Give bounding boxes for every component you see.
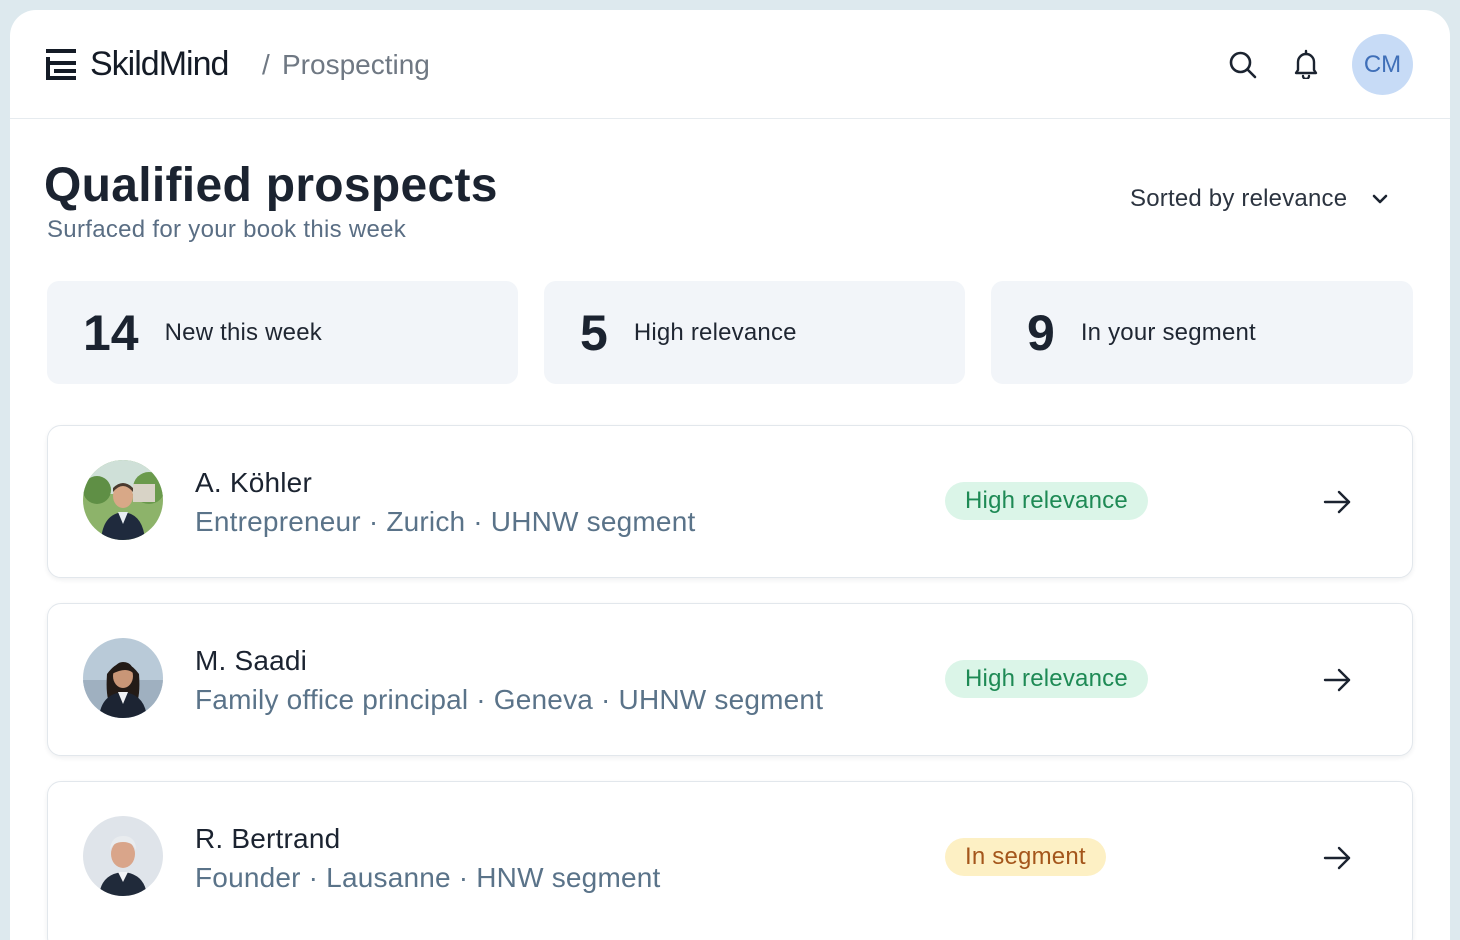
stat-value: 5 bbox=[580, 304, 608, 361]
sort-label: Sorted by relevance bbox=[1130, 185, 1348, 212]
prospect-photo bbox=[83, 816, 163, 896]
relevance-badge: High relevance bbox=[945, 482, 1148, 520]
prospect-details: Entrepreneur · Zurich · UHNW segment bbox=[195, 506, 696, 537]
arrow-right-icon[interactable] bbox=[1322, 843, 1352, 873]
arrow-right-icon[interactable] bbox=[1322, 665, 1352, 695]
page-subtitle: Surfaced for your book this week bbox=[47, 216, 407, 243]
page-title: Qualified prospects bbox=[44, 159, 498, 212]
prospect-row[interactable]: R. Bertrand Founder · Lausanne · HNW seg… bbox=[47, 781, 1413, 940]
top-bar: SkildMind / Prospecting CM bbox=[10, 10, 1450, 119]
prospect-name: A. Köhler bbox=[195, 467, 312, 498]
breadcrumb[interactable]: Prospecting bbox=[282, 48, 430, 82]
prospect-photo bbox=[83, 460, 163, 540]
prospect-name: M. Saadi bbox=[195, 645, 308, 676]
chevron-down-icon bbox=[1372, 194, 1388, 204]
stat-card-high-relevance[interactable]: 5 High relevance bbox=[544, 281, 965, 384]
prospect-name: R. Bertrand bbox=[195, 823, 341, 854]
search-icon[interactable] bbox=[1228, 50, 1258, 80]
prospect-row[interactable]: M. Saadi Family office principal · Genev… bbox=[47, 603, 1413, 756]
stat-card-new[interactable]: 14 New this week bbox=[47, 281, 518, 384]
stat-label: New this week bbox=[164, 318, 322, 346]
relevance-badge: High relevance bbox=[945, 660, 1148, 698]
segment-badge: In segment bbox=[945, 838, 1106, 876]
breadcrumb-separator: / bbox=[262, 49, 270, 80]
stat-value: 9 bbox=[1027, 304, 1055, 361]
app-window: SkildMind / Prospecting CM Qualified pro… bbox=[10, 10, 1450, 940]
arrow-right-icon[interactable] bbox=[1322, 487, 1352, 517]
user-avatar[interactable]: CM bbox=[1352, 34, 1413, 95]
logo-icon bbox=[46, 49, 76, 80]
prospect-photo bbox=[83, 638, 163, 718]
prospect-details: Founder · Lausanne · HNW segment bbox=[195, 862, 661, 893]
bell-icon[interactable] bbox=[1291, 49, 1321, 79]
stat-card-in-segment[interactable]: 9 In your segment bbox=[991, 281, 1413, 384]
stat-label: High relevance bbox=[633, 318, 797, 346]
prospect-details: Family office principal · Geneva · UHNW … bbox=[195, 684, 824, 715]
sort-dropdown[interactable]: Sorted by relevance bbox=[1130, 182, 1391, 216]
stat-label: In your segment bbox=[1080, 318, 1256, 346]
prospect-row[interactable]: A. Köhler Entrepreneur · Zurich · UHNW s… bbox=[47, 425, 1413, 578]
stat-value: 14 bbox=[83, 304, 139, 361]
brand-name[interactable]: SkildMind bbox=[90, 44, 229, 84]
